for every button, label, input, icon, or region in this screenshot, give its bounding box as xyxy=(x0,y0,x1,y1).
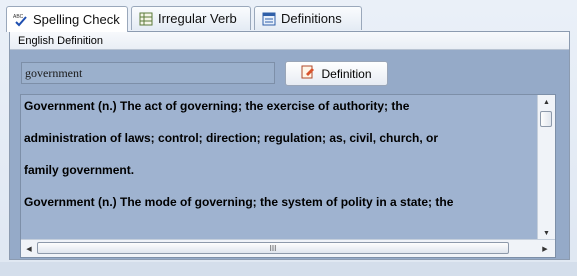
tab-spelling-check[interactable]: ABC Spelling Check xyxy=(6,6,128,32)
scroll-left-icon[interactable]: ◀ xyxy=(21,240,37,257)
note-edit-icon xyxy=(301,65,315,82)
horizontal-scroll-thumb[interactable]: III xyxy=(37,242,509,254)
horizontal-scrollbar[interactable]: ◀ III ▶ xyxy=(21,239,555,257)
definition-line: Government (n.) The act of governing; th… xyxy=(24,99,410,113)
definition-line: Government (n.) The mode of governing; t… xyxy=(24,195,454,209)
scroll-right-icon[interactable]: ▶ xyxy=(537,240,553,257)
definition-panel: English Definition Definition Government… xyxy=(9,31,570,260)
app-window: ABC Spelling Check Irregular Verb Defini… xyxy=(0,0,577,276)
scroll-up-icon[interactable]: ▲ xyxy=(538,95,555,109)
tab-bar: ABC Spelling Check Irregular Verb Defini… xyxy=(6,6,566,32)
svg-text:ABC: ABC xyxy=(13,14,24,20)
vertical-scrollbar[interactable]: ▲ ▼ xyxy=(537,95,555,240)
scroll-down-icon[interactable]: ▼ xyxy=(538,226,555,240)
table-icon xyxy=(138,11,154,27)
definition-line: family government. xyxy=(24,163,135,177)
scroll-grip: III xyxy=(269,243,277,253)
tab-label: Spelling Check xyxy=(33,12,120,27)
vertical-scroll-thumb[interactable] xyxy=(540,111,552,127)
word-input[interactable] xyxy=(21,62,275,84)
tab-label: Definitions xyxy=(281,11,342,26)
tab-label: Irregular Verb xyxy=(158,11,237,26)
window-icon xyxy=(261,11,277,27)
spell-check-icon: ABC xyxy=(13,12,29,28)
definition-line: administration of laws; control; directi… xyxy=(24,131,439,145)
panel-title: English Definition xyxy=(10,32,569,50)
definition-textarea[interactable]: Government (n.) The act of governing; th… xyxy=(20,94,556,258)
tab-definitions[interactable]: Definitions xyxy=(254,6,362,30)
definition-text: Government (n.) The act of governing; th… xyxy=(24,99,534,227)
tab-irregular-verb[interactable]: Irregular Verb xyxy=(131,6,251,30)
definition-content: Definition Government (n.) The act of go… xyxy=(10,50,569,259)
definition-button[interactable]: Definition xyxy=(285,61,388,86)
definition-button-label: Definition xyxy=(321,66,372,81)
status-bar xyxy=(0,262,577,276)
